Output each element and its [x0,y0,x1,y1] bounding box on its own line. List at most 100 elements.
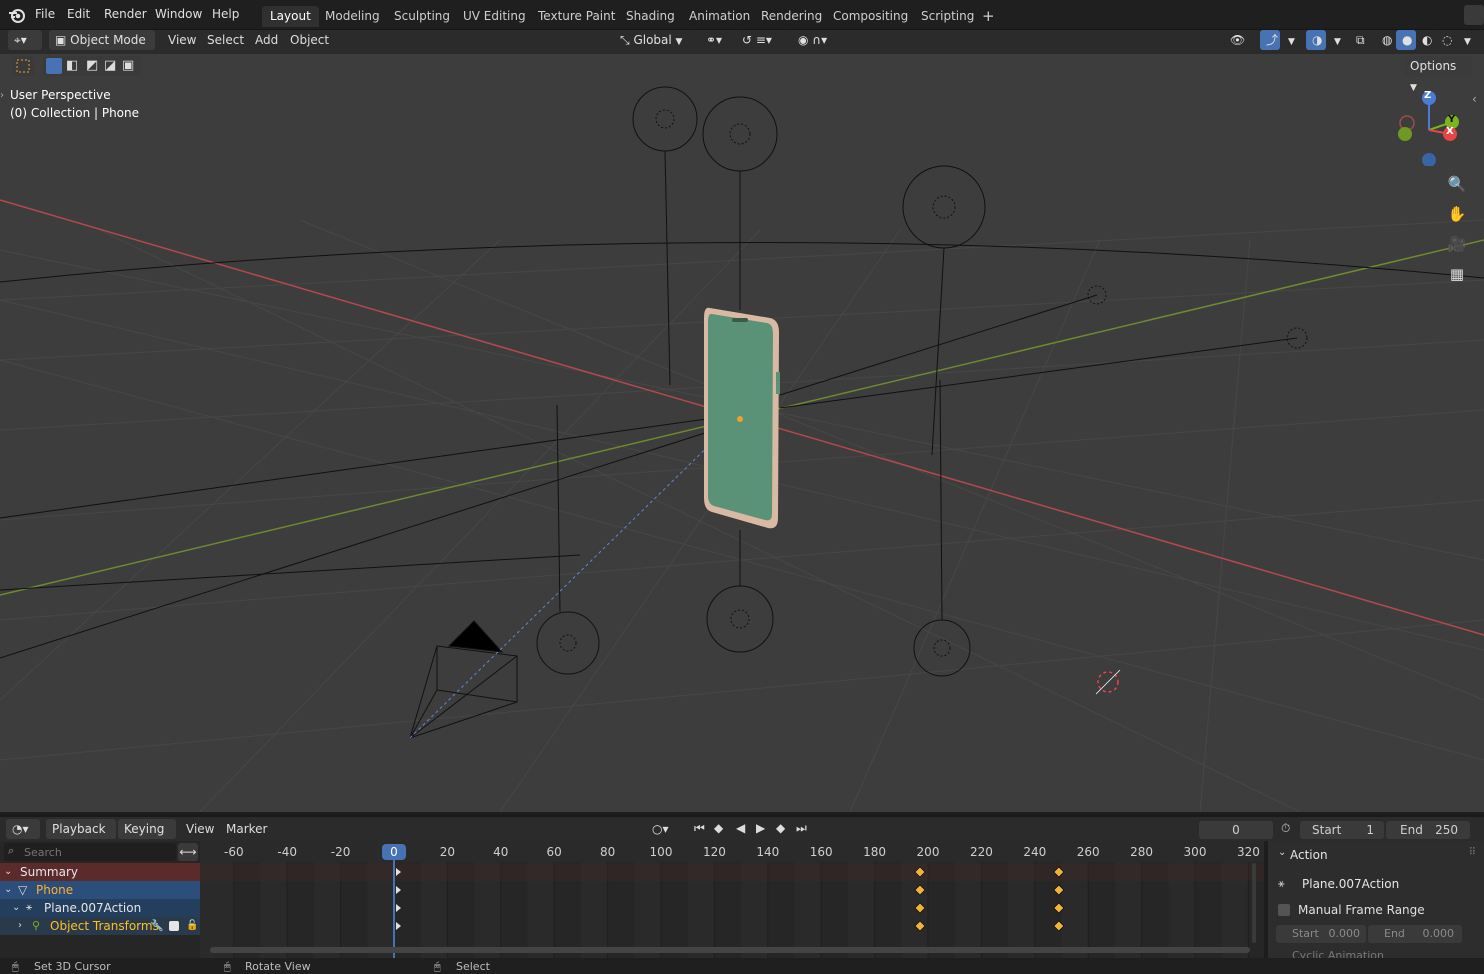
tab-shading[interactable]: Shading [618,6,683,27]
editor-type-button[interactable]: ⌖▾ [8,30,42,50]
channel-action[interactable]: ⌄ ⚹ Plane.007Action [0,899,200,917]
play-reverse-icon[interactable]: ◀ [736,821,745,835]
visibility-button[interactable]: 👁▾ [1224,30,1254,67]
tab-layout[interactable]: Layout [262,6,319,27]
chevron-right-icon[interactable]: › [18,917,22,935]
timeline-editor-type-button[interactable]: ◔▾ [6,819,40,839]
tab-compositing[interactable]: Compositing [825,6,916,27]
snapping-button[interactable]: ↺ ≡▾ [736,30,786,50]
add-workspace-button[interactable]: + [978,6,999,27]
channel-object-transforms[interactable]: › ⚲ Object Transforms 🔧 🔓 [0,917,200,935]
keying-menu[interactable]: Keying ▼ [118,819,176,856]
cyclic-animation-toggle[interactable]: Cyclic Animation [1278,949,1478,958]
options-button[interactable]: Options ▼ [1404,56,1472,93]
mode-subtract-icon[interactable]: ◩ [86,58,102,74]
menu-file[interactable]: File [35,7,55,21]
menu-edit[interactable]: Edit [67,7,90,21]
camera-view-icon[interactable]: 🎥 [1445,232,1469,256]
mouse-middle-icon: 🖱 [224,960,231,973]
chevron-down-icon[interactable]: ⌄ [4,863,12,881]
tab-uv-editing[interactable]: UV Editing [455,6,534,27]
wrench-icon[interactable]: 🔧 [150,917,164,935]
chevron-down-icon[interactable]: ⌄ [4,881,12,899]
overlay-dropdown[interactable]: ▼ [1328,30,1344,50]
action-end-field[interactable]: End 0.000 [1368,925,1462,943]
gizmo-dropdown[interactable]: ▼ [1282,30,1298,50]
sidebar-toggle-icon[interactable]: ‹ [1472,92,1477,106]
tab-scripting[interactable]: Scripting [913,6,982,27]
proportional-edit-button[interactable]: ◉ ∩▾ [792,30,844,50]
xray-toggle[interactable]: ⧉ [1350,30,1370,50]
chevron-down-icon: ⌄ [1278,847,1287,858]
blender-logo-icon[interactable] [8,6,26,24]
start-frame-field[interactable]: Start 1 [1300,821,1384,839]
lock-icon[interactable]: 🔓 [186,917,198,935]
channel-checkbox[interactable] [169,921,179,931]
orientation-select[interactable]: ⤡ Global ▼ [614,30,694,50]
mode-set-icon[interactable] [46,58,62,74]
wireframe-shading-button[interactable]: ◍ [1376,30,1396,50]
search-input[interactable] [24,844,172,860]
material-shading-button[interactable]: ◐ [1416,30,1436,50]
ruler-tick-label: 80 [600,845,615,859]
ruler-tick-label: 220 [970,845,993,859]
manual-range-checkbox[interactable] [1278,904,1290,916]
snap-icon: ↺ ≡▾ [742,33,772,47]
menu-add[interactable]: Add [255,30,278,50]
dopesheet-area[interactable]: -60 -40 -20 20 40 60 80 100 120 140 160 180 200 220 24… [200,841,1264,958]
zoom-icon[interactable]: 🔍 [1445,172,1469,196]
mode-intersect-icon[interactable]: ▣ [122,58,138,74]
playback-menu[interactable]: Playback ▼ [46,819,116,856]
gizmo-toggle[interactable]: ⤴ [1260,30,1280,50]
menu-object[interactable]: Object [290,30,329,50]
ruler-tick-label: -60 [224,845,244,859]
jump-end-icon[interactable]: ⏭ [796,821,807,836]
tab-sculpting[interactable]: Sculpting [386,6,458,27]
mode-invert-icon[interactable]: ◪ [104,58,120,74]
perspective-grid-icon[interactable]: ▦ [1445,262,1469,286]
action-start-field[interactable]: Start 0.000 [1276,925,1366,943]
prev-keyframe-icon[interactable]: ◆ [714,821,723,835]
menu-select[interactable]: Select [207,30,244,50]
toolbar-toggle-icon[interactable]: › [0,90,4,101]
shading-dropdown[interactable]: ▼ [1458,30,1476,50]
pivot-point-button[interactable]: ⚭▾ [700,30,732,50]
gizmo-z-label: Z [1424,90,1432,101]
timeline-menu-marker[interactable]: Marker [226,819,267,839]
rendered-shading-button[interactable]: ◌ [1436,30,1456,50]
drag-handle-icon[interactable]: ⠿ [1469,847,1476,858]
end-frame-field[interactable]: End 250 [1386,821,1470,839]
overlay-toggle[interactable]: ◑ [1306,30,1326,50]
pan-hand-icon[interactable]: ✋ [1445,202,1469,226]
menu-window[interactable]: Window [155,7,202,21]
menu-help[interactable]: Help [212,7,239,21]
manual-frame-range-toggle[interactable]: Manual Frame Range [1278,901,1478,919]
jump-start-icon[interactable]: ⏮ [694,821,705,836]
current-frame-field[interactable]: 0 [1199,821,1273,839]
channel-phone[interactable]: ⌄ ▽ Phone [0,881,200,899]
3d-viewport[interactable]: ◧ ◩ ◪ ▣ Options ▼ User Perspective (0) C… [0,54,1484,812]
navigation-gizmo[interactable]: Z Y X [1390,86,1470,166]
menu-render[interactable]: Render [104,7,147,21]
timeline-menu-view[interactable]: View [186,819,214,839]
preview-range-icon[interactable]: ⏱ [1281,821,1290,836]
channel-summary[interactable]: ⌄ Summary [0,863,200,881]
mode-extend-icon[interactable]: ◧ [66,58,82,74]
auto-keying-button[interactable]: ○▾ [646,819,684,839]
tab-modeling[interactable]: Modeling [317,6,388,27]
action-panel-header[interactable]: ⌄ Action ⠿ [1274,845,1478,865]
tab-texture-paint[interactable]: Texture Paint [530,6,623,27]
play-icon[interactable]: ▶ [756,821,765,835]
swap-arrows-icon[interactable]: ⟷ [178,843,198,861]
menu-view[interactable]: View [168,30,196,50]
solid-shading-button[interactable]: ● [1396,30,1416,50]
action-name-field[interactable]: ⚹ Plane.007Action [1278,875,1478,893]
tab-animation[interactable]: Animation [681,6,758,27]
channel-search-box[interactable]: ⌕ [4,843,176,861]
select-box-tool-button[interactable] [12,56,34,76]
scene-icon[interactable] [1464,5,1484,25]
next-keyframe-icon[interactable]: ◆ [776,821,785,835]
chevron-down-icon[interactable]: ⌄ [12,899,20,917]
mode-select[interactable]: ▣ Object Mode ▼ [49,30,155,67]
tab-rendering[interactable]: Rendering [753,6,830,27]
